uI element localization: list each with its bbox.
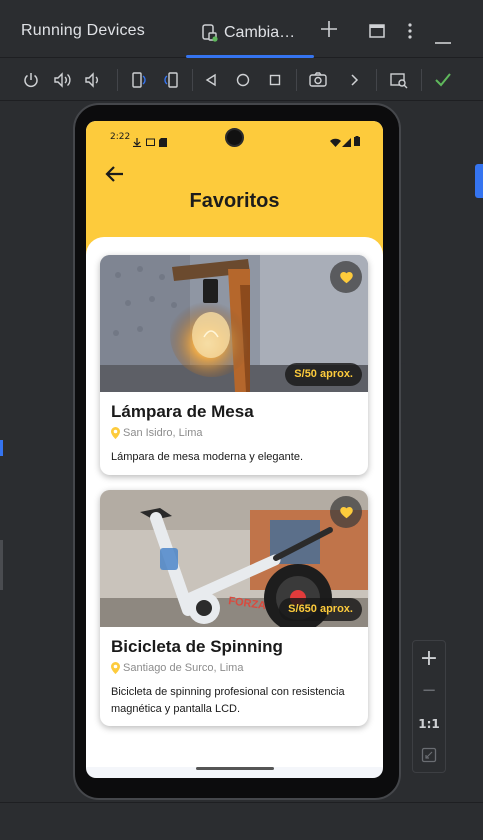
home-icon[interactable] xyxy=(230,67,256,93)
favorite-button[interactable] xyxy=(330,496,362,528)
device-toolbar xyxy=(0,59,483,101)
tab-active-indicator xyxy=(186,55,314,58)
wifi-icon xyxy=(330,132,341,151)
ide-title-bar: Running Devices Cambia… xyxy=(0,0,483,58)
power-icon[interactable] xyxy=(18,67,44,93)
window-restore-icon[interactable] xyxy=(368,22,386,44)
phone-screen: 2:22 Favoritos S/50 aprox. Lámpara de Me… xyxy=(86,121,383,778)
side-panel-toggle[interactable] xyxy=(475,164,483,198)
favorite-button[interactable] xyxy=(330,261,362,293)
price-badge: S/650 aprox. xyxy=(279,598,362,621)
device-tab[interactable]: Cambia… xyxy=(186,14,314,58)
location-pin-icon xyxy=(111,662,120,674)
gutter-marker xyxy=(0,440,3,456)
product-title: Bicicleta de Spinning xyxy=(111,637,283,656)
back-icon[interactable] xyxy=(198,67,224,93)
product-location: Santiago de Surco, Lima xyxy=(111,662,243,674)
product-description: Bicicleta de spinning profesional con re… xyxy=(111,686,345,715)
sd-card-icon xyxy=(159,132,167,151)
screenshot-icon[interactable] xyxy=(305,67,331,93)
download-icon xyxy=(133,132,141,151)
screen-record-icon[interactable] xyxy=(386,67,412,93)
toolbar-divider xyxy=(376,69,377,91)
gesture-nav-bar[interactable] xyxy=(196,767,274,770)
toolbar-divider xyxy=(296,69,297,91)
volume-up-icon[interactable] xyxy=(50,67,76,93)
minimize-icon[interactable] xyxy=(434,30,452,49)
product-title: Lámpara de Mesa xyxy=(111,402,254,421)
toolbar-divider xyxy=(192,69,193,91)
product-location-text: Santiago de Surco, Lima xyxy=(123,662,244,674)
rotate-right-icon[interactable] xyxy=(158,67,184,93)
zoom-actual-size-button[interactable]: 1:1 xyxy=(413,711,445,737)
page-title: Favoritos xyxy=(189,190,280,212)
signal-icon xyxy=(342,132,351,151)
battery-icon xyxy=(354,131,360,150)
status-bar: 2:22 xyxy=(86,121,383,155)
product-location-text: San Isidro, Lima xyxy=(123,427,203,439)
rotate-left-icon[interactable] xyxy=(126,67,152,93)
camera-cutout xyxy=(225,128,244,147)
volume-down-icon[interactable] xyxy=(81,67,107,93)
device-volume-button xyxy=(401,363,405,423)
fit-screen-icon[interactable] xyxy=(421,747,437,767)
device-side-button xyxy=(401,285,405,321)
product-image: S/50 aprox. xyxy=(100,255,368,392)
more-options-icon[interactable] xyxy=(402,22,418,44)
back-arrow-icon[interactable] xyxy=(104,163,128,187)
panel-title: Running Devices xyxy=(21,22,145,39)
toolbar-divider xyxy=(421,69,422,91)
toolbar-divider xyxy=(117,69,118,91)
heart-icon xyxy=(339,272,353,284)
left-gutter xyxy=(0,102,8,802)
favorite-card[interactable]: S/50 aprox. Lámpara de Mesa San Isidro, … xyxy=(100,255,368,475)
product-description: Lámpara de mesa moderna y elegante. xyxy=(111,451,304,463)
cast-icon xyxy=(146,132,155,151)
gutter-scroll xyxy=(0,540,3,590)
favorites-list[interactable]: S/50 aprox. Lámpara de Mesa San Isidro, … xyxy=(86,237,383,767)
check-icon[interactable] xyxy=(430,67,456,93)
location-pin-icon xyxy=(111,427,120,439)
zoom-in-button[interactable]: + xyxy=(413,645,445,673)
zoom-out-button[interactable]: − xyxy=(413,677,445,705)
status-time: 2:22 xyxy=(110,132,131,142)
overview-icon[interactable] xyxy=(262,67,288,93)
bottom-status-strip xyxy=(0,802,483,840)
chevron-right-icon[interactable] xyxy=(341,67,367,93)
product-image: FORZA S/650 aprox. xyxy=(100,490,368,627)
heart-icon xyxy=(339,507,353,519)
device-tab-icon xyxy=(202,24,218,42)
zoom-controls: + − 1:1 xyxy=(412,640,446,773)
product-location: San Isidro, Lima xyxy=(111,427,202,439)
add-tab-button[interactable] xyxy=(318,18,340,40)
device-tab-label: Cambia… xyxy=(224,24,296,41)
price-badge: S/50 aprox. xyxy=(285,363,362,386)
favorite-card[interactable]: FORZA S/650 aprox. Bicicleta de Spinning… xyxy=(100,490,368,726)
